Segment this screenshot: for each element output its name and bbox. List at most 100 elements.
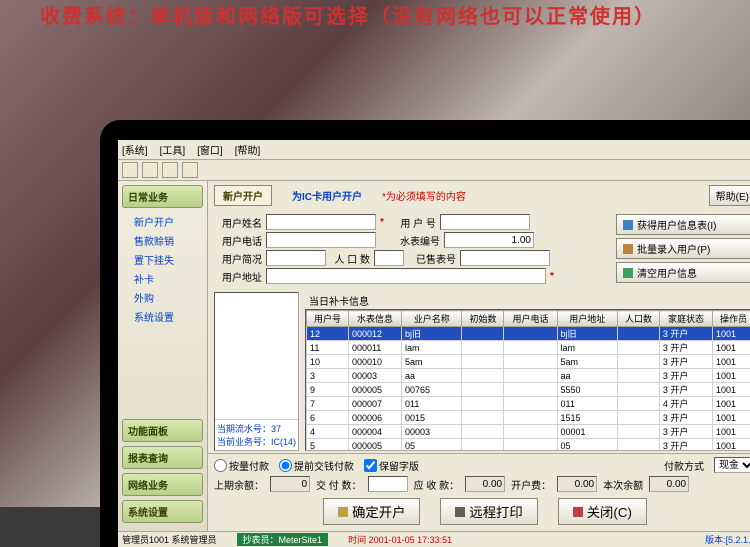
radio-byqty[interactable]: 按量付款: [214, 458, 269, 473]
input-curbal: [649, 476, 689, 492]
input-userno[interactable]: [440, 214, 530, 230]
search-icon: [623, 220, 633, 230]
check-reserve[interactable]: 保留字版: [364, 458, 419, 473]
label-payqty: 交 付 数：: [316, 477, 362, 492]
label-username: 用户姓名: [214, 215, 262, 230]
radio-prepay[interactable]: 提前交钱付款: [279, 458, 354, 473]
table-row[interactable]: 300003aaaa3 开户1001: [307, 369, 750, 383]
sidebar-item-loss[interactable]: 置下挂失: [122, 250, 203, 269]
sidebar-item-out[interactable]: 外购: [122, 288, 203, 307]
table-header[interactable]: 业户名称: [402, 311, 462, 327]
clear-button[interactable]: 清空用户信息: [616, 262, 750, 283]
print-button[interactable]: 远程打印: [440, 498, 537, 525]
menubar: [系统] [工具] [窗口] [帮助]: [118, 140, 750, 160]
data-table[interactable]: 用户号水表信息业户名称初始数用户电话用户地址人口数家庭状态操作员12000012…: [305, 309, 750, 451]
status-time: 时间 2001-01-05 17:33:51: [348, 533, 452, 546]
print-icon: [455, 507, 465, 517]
input-status[interactable]: [266, 250, 326, 266]
table-header[interactable]: 用户电话: [504, 311, 557, 327]
table-header[interactable]: 人口数: [617, 311, 659, 327]
clear-icon: [623, 268, 633, 278]
table-row[interactable]: 100000105am5am3 开户1001: [307, 355, 750, 369]
label-openfee: 开户费：: [511, 477, 551, 492]
get-userinfo-button[interactable]: 获得用户信息表(I): [616, 214, 750, 235]
table-row[interactable]: 12000012bj旧bj旧3 开户1001: [307, 327, 750, 341]
close-button[interactable]: 关闭(C): [558, 498, 647, 525]
table-row[interactable]: 90000050076555503 开户1001: [307, 383, 750, 397]
input-meter[interactable]: [444, 232, 534, 248]
laptop-frame: [系统] [工具] [窗口] [帮助] 日常业务 新户开户 售款赊销 置下挂失 …: [100, 120, 750, 547]
sidebar: 日常业务 新户开户 售款赊销 置下挂失 补卡 外购 系统设置 功能面板 报表查询…: [118, 181, 208, 531]
sidebar-header-sys[interactable]: 系统设置: [122, 500, 203, 523]
menu-system[interactable]: [系统]: [122, 142, 148, 157]
label-due: 应 收 款：: [414, 477, 460, 492]
status-version: 版本:[5.2.1.0]: [705, 533, 750, 546]
app-window: [系统] [工具] [窗口] [帮助] 日常业务 新户开户 售款赊销 置下挂失 …: [118, 140, 750, 547]
panel-hint: *为必须填写的内容: [382, 188, 466, 203]
table-row[interactable]: 70000070110114 开户1001: [307, 397, 750, 411]
batch-input-button[interactable]: 批量录入用户(P): [616, 238, 750, 259]
input-username[interactable]: [266, 214, 376, 230]
input-openfee: [557, 476, 597, 492]
sidebar-header-daily[interactable]: 日常业务: [122, 185, 203, 208]
tool-icon[interactable]: [122, 162, 138, 178]
page-title: 收费系统：单机版和网络版可选择（没有网络也可以正常使用）: [40, 0, 656, 29]
tool-icon[interactable]: [142, 162, 158, 178]
required-icon: *: [550, 271, 554, 282]
input-phone[interactable]: [266, 232, 376, 248]
label-curbal: 本次余额: [603, 477, 643, 492]
bizno-label: 当前业务号：IC(14): [217, 435, 296, 448]
sidebar-item-sale[interactable]: 售款赊销: [122, 231, 203, 250]
lock-icon: [338, 507, 348, 517]
panel-subtitle: 为IC卡用户开户: [292, 188, 362, 203]
table-header[interactable]: 水表信息: [348, 311, 401, 327]
panel-title-button: 新户开户: [214, 185, 272, 206]
table-header[interactable]: 家庭状态: [659, 311, 712, 327]
input-people[interactable]: [374, 250, 404, 266]
sidebar-header-report[interactable]: 报表查询: [122, 446, 203, 469]
status-reader: 抄表员：MeterSite1: [237, 533, 329, 546]
input-payqty[interactable]: [368, 476, 408, 492]
menu-window[interactable]: [窗口]: [197, 142, 223, 157]
label-phone: 用户电话: [214, 233, 262, 248]
label-status: 用户简况: [214, 251, 262, 266]
label-addr: 用户地址: [214, 269, 262, 284]
select-paytype[interactable]: 现金: [714, 457, 750, 473]
sidebar-item-sys[interactable]: 系统设置: [122, 307, 203, 326]
label-people: 人 口 数: [330, 251, 370, 266]
tool-icon[interactable]: [162, 162, 178, 178]
required-icon: *: [380, 217, 384, 228]
confirm-button[interactable]: 确定开户: [323, 498, 420, 525]
table-header[interactable]: 操作员: [712, 311, 750, 327]
help-button[interactable]: 帮助(E): [709, 185, 750, 206]
sidebar-header-net[interactable]: 网络业务: [122, 473, 203, 496]
photo-panel: 当期流水号：37 当前业务号：IC(14): [214, 292, 299, 451]
label-prevbal: 上期余额：: [214, 477, 264, 492]
sidebar-item-card[interactable]: 补卡: [122, 269, 203, 288]
table-header[interactable]: 用户号: [307, 311, 349, 327]
table-row[interactable]: 6000006001515153 开户1001: [307, 411, 750, 425]
table-header[interactable]: 初始数: [462, 311, 504, 327]
table-row[interactable]: 400000400003000013 开户1001: [307, 425, 750, 439]
table-title: 当日补卡信息: [305, 292, 750, 309]
sidebar-item-open[interactable]: 新户开户: [122, 212, 203, 231]
input-addr[interactable]: [266, 268, 546, 284]
main-panel: 新户开户 为IC卡用户开户 *为必须填写的内容 帮助(E) 用户姓名 * 用 户…: [208, 181, 750, 531]
label-card: 已售表号: [408, 251, 456, 266]
menu-help[interactable]: [帮助]: [235, 142, 261, 157]
serial-label: 当期流水号：37: [217, 422, 296, 435]
table-row[interactable]: 11000011lamlam3 开户1001: [307, 341, 750, 355]
status-admin: 管理员1001 系统管理员: [122, 533, 217, 546]
batch-icon: [623, 244, 633, 254]
tool-icon[interactable]: [182, 162, 198, 178]
input-card[interactable]: [460, 250, 550, 266]
label-paytype: 付款方式: [664, 458, 704, 473]
close-icon: [573, 507, 583, 517]
label-meter: 水表编号: [392, 233, 440, 248]
label-userno: 用 户 号: [388, 215, 436, 230]
table-header[interactable]: 用户地址: [557, 311, 617, 327]
table-row[interactable]: 500000505053 开户1001: [307, 439, 750, 452]
sidebar-header-func[interactable]: 功能面板: [122, 419, 203, 442]
statusbar: 管理员1001 系统管理员 抄表员：MeterSite1 时间 2001-01-…: [118, 531, 750, 547]
menu-tools[interactable]: [工具]: [160, 142, 186, 157]
